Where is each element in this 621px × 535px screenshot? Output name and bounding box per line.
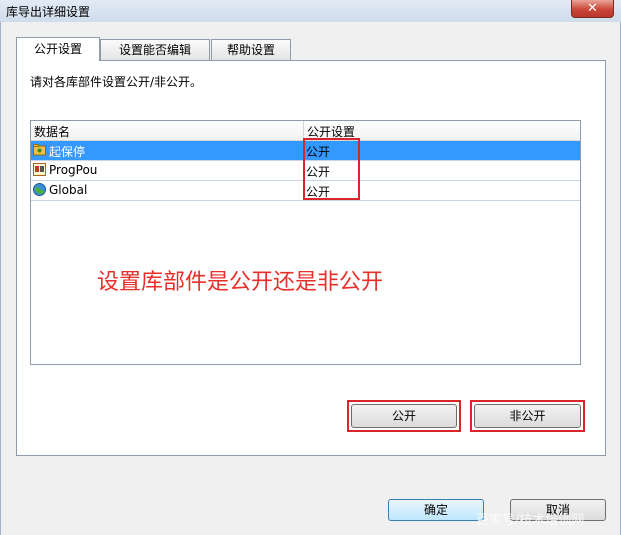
row-divider bbox=[31, 200, 580, 201]
globe-icon bbox=[33, 183, 46, 196]
annotation-box-public-column bbox=[303, 138, 360, 200]
column-header-name[interactable]: 数据名 bbox=[34, 123, 70, 140]
tab-label: 公开设置 bbox=[33, 42, 82, 56]
tab-label: 设置能否编辑 bbox=[118, 43, 191, 57]
tab-label: 帮助设置 bbox=[226, 43, 275, 57]
instruction-text: 请对各库部件设置公开/非公开。 bbox=[30, 75, 203, 89]
watermark: 百家号/技术培训网 bbox=[476, 513, 585, 528]
tab-edit-settings[interactable]: 设置能否编辑 bbox=[100, 39, 210, 61]
ok-button[interactable]: 确定 bbox=[388, 499, 484, 521]
set-private-button[interactable]: 非公开 bbox=[474, 404, 581, 428]
title-bar: 库导出详细设置 ✕ bbox=[0, 0, 621, 22]
tab-help-settings[interactable]: 帮助设置 bbox=[211, 39, 291, 61]
window-title: 库导出详细设置 bbox=[6, 5, 91, 19]
tab-public-settings[interactable]: 公开设置 bbox=[16, 37, 100, 61]
set-public-button[interactable]: 公开 bbox=[351, 404, 457, 428]
row-name: ProgPou bbox=[49, 163, 98, 177]
button-label: 确定 bbox=[423, 503, 448, 517]
folder-icon bbox=[33, 143, 46, 156]
close-button[interactable]: ✕ bbox=[571, 0, 614, 18]
row-name: 起保停 bbox=[49, 145, 86, 159]
button-label: 非公开 bbox=[509, 409, 546, 423]
program-icon bbox=[33, 163, 46, 176]
annotation-text: 设置库部件是公开还是非公开 bbox=[97, 270, 384, 295]
button-label: 公开 bbox=[391, 409, 416, 423]
close-icon[interactable]: ✕ bbox=[587, 1, 598, 16]
row-name: Global bbox=[49, 183, 88, 197]
